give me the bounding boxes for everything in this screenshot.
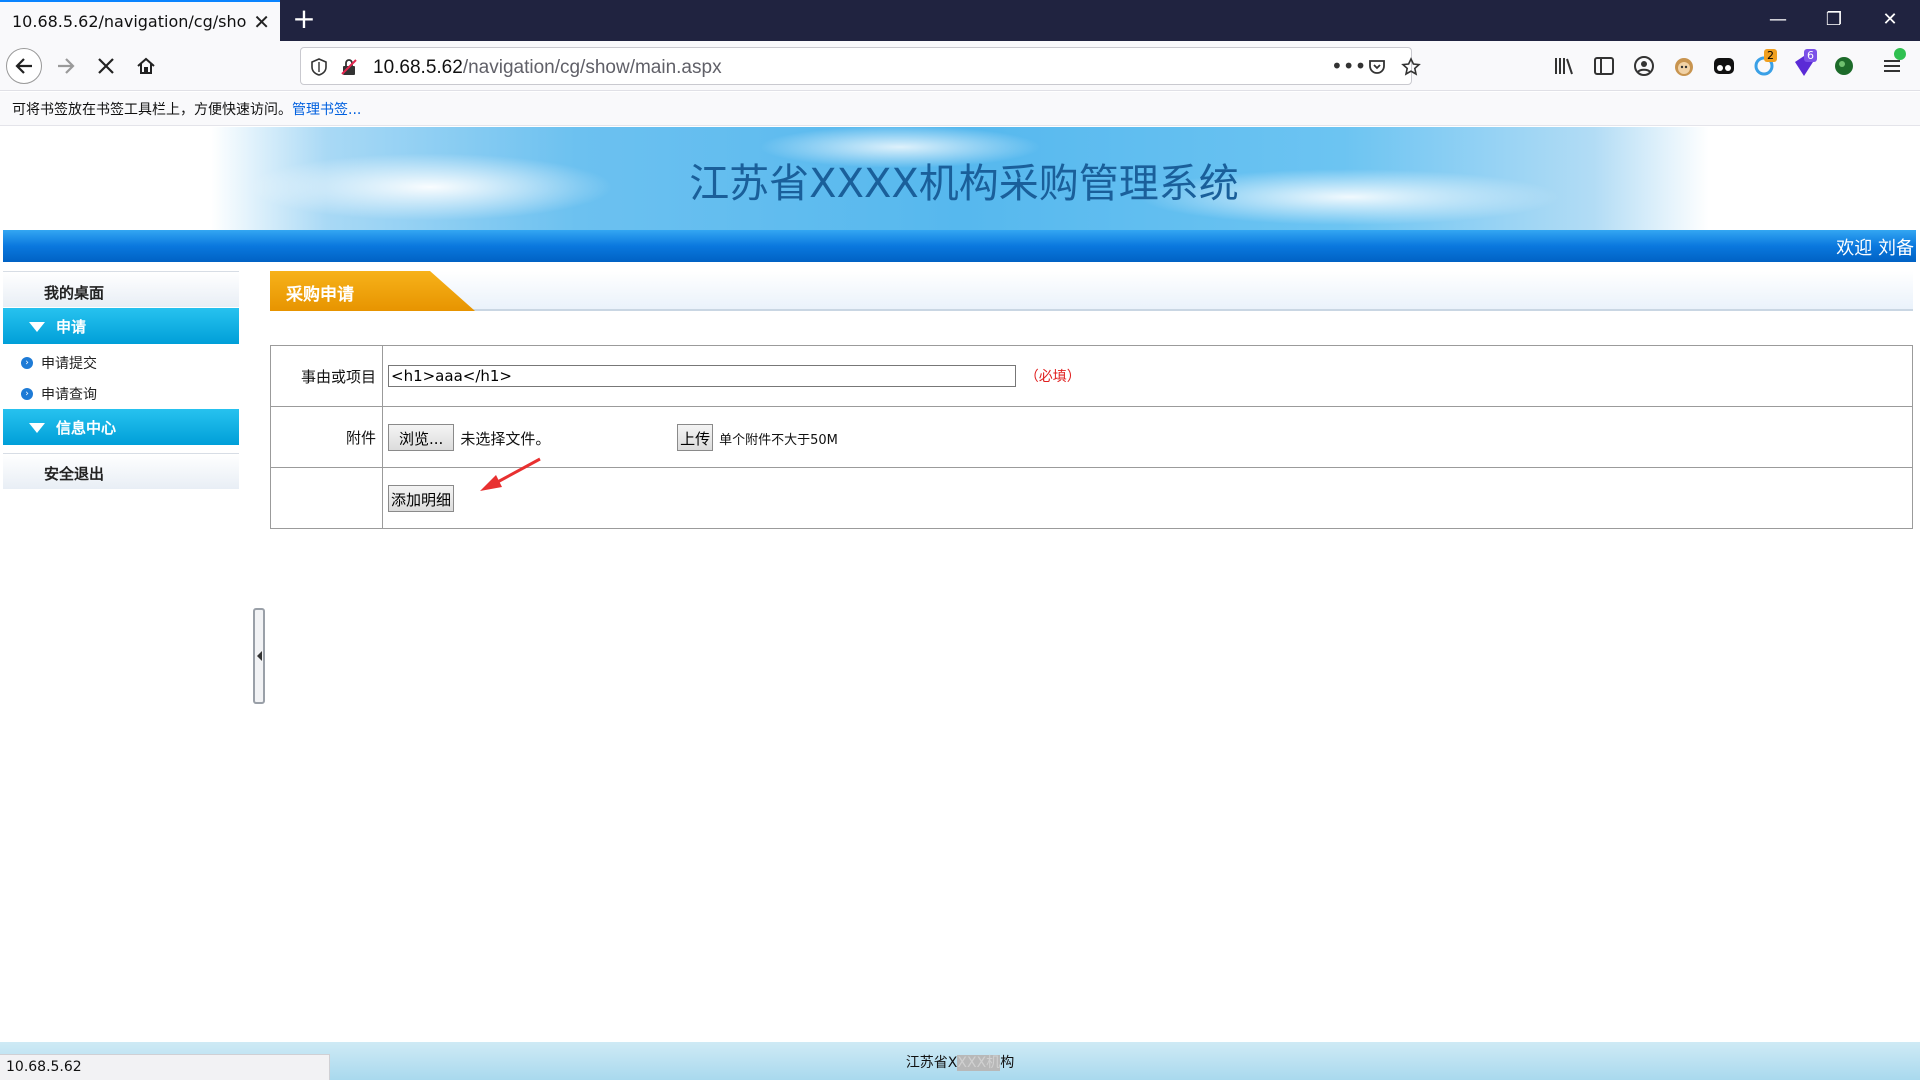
reason-label: 事由或项目: [270, 345, 383, 407]
page-actions-icon[interactable]: •••: [1331, 54, 1366, 78]
browse-button[interactable]: 浏览...: [388, 423, 455, 451]
top-nav-bar: 欢迎 刘备: [3, 230, 1916, 262]
sidebar-toggle-icon[interactable]: [1592, 54, 1616, 78]
extension-a[interactable]: 2: [1752, 49, 1780, 80]
extension-b[interactable]: 6: [1792, 49, 1820, 80]
tampermonkey-icon[interactable]: [1712, 54, 1736, 78]
actions-cell: 添加明细: [382, 467, 1913, 529]
sidebar-group-apply[interactable]: 申请: [3, 308, 239, 344]
stop-icon: [98, 58, 114, 74]
attachment-label: 附件: [270, 406, 383, 468]
add-detail-button[interactable]: 添加明细: [388, 484, 455, 512]
upload-button[interactable]: 上传: [677, 423, 714, 451]
sidebar-group-info-center[interactable]: 信息中心: [3, 409, 239, 445]
stop-button[interactable]: [88, 48, 124, 84]
annotation-arrow-icon: [480, 457, 541, 491]
restore-icon[interactable]: ❐: [1806, 0, 1862, 41]
forward-button[interactable]: [48, 48, 84, 84]
back-button[interactable]: [6, 48, 42, 84]
browser-tab-strip: 10.68.5.62/navigation/cg/show/main.aspx …: [0, 0, 1920, 41]
minimize-icon[interactable]: —: [1750, 0, 1806, 41]
system-title: 江苏省XXXX机构采购管理系统: [689, 161, 1239, 207]
welcome-user: 欢迎 刘备: [1836, 238, 1914, 259]
close-tab-icon[interactable]: ✕: [253, 10, 270, 34]
bookmark-star-icon[interactable]: [1401, 57, 1421, 77]
menu-button[interactable]: [1880, 48, 1908, 82]
library-icon[interactable]: [1552, 54, 1576, 78]
url-text[interactable]: 10.68.5.62/navigation/cg/show/main.aspx: [373, 57, 722, 79]
expand-down-icon: [29, 322, 45, 332]
home-icon: [137, 57, 155, 74]
bookmark-hint: 可将书签放在书签工具栏上，方便快速访问。: [12, 102, 292, 118]
manage-bookmarks-link[interactable]: 管理书签...: [292, 102, 361, 118]
green-extension-icon[interactable]: [1832, 54, 1856, 78]
shield-icon[interactable]: [309, 57, 329, 77]
badge-count: 6: [1804, 49, 1817, 62]
reason-cell: （必填）: [382, 345, 1913, 407]
web-page: 江苏省XXXX机构采购管理系统 欢迎 刘备 我的桌面 申请 › 申请提交 › 申…: [0, 127, 1920, 1080]
forward-arrow-icon: [58, 58, 75, 74]
sidebar-item-apply-query[interactable]: › 申请查询: [3, 377, 239, 408]
reason-input[interactable]: [388, 365, 1016, 387]
update-dot-icon: [1894, 48, 1906, 60]
sidebar-item-logout[interactable]: 安全退出: [3, 453, 239, 489]
sidebar-item-apply-submit[interactable]: › 申请提交: [3, 346, 239, 377]
size-hint: 单个附件不大于50M: [719, 432, 838, 448]
account-icon[interactable]: [1632, 54, 1656, 78]
form-row-reason: 事由或项目 （必填）: [270, 345, 1913, 407]
new-tab-icon[interactable]: +: [288, 4, 320, 36]
file-status: 未选择文件。: [460, 429, 551, 448]
sidebar-collapse-handle[interactable]: [253, 608, 265, 704]
collapse-left-icon: [257, 651, 262, 661]
bookmarks-toolbar: 可将书签放在书签工具栏上，方便快速访问。管理书签...: [0, 92, 1920, 126]
sidebar-item-label: 申请提交: [41, 356, 97, 372]
attachment-cell: 浏览... 未选择文件。 上传 单个附件不大于50M: [382, 406, 1913, 468]
back-arrow-icon: [15, 58, 32, 74]
arrow-circle-icon: ›: [21, 388, 33, 400]
page-title: 采购申请: [286, 285, 354, 305]
browser-status-url: 10.68.5.62: [0, 1054, 330, 1080]
footer-text: 江苏省XXXX机构: [905, 1055, 1015, 1071]
content-header: 采购申请: [270, 271, 1913, 311]
empty-label: [270, 467, 383, 529]
home-button[interactable]: [128, 48, 164, 84]
sidebar-item-desktop[interactable]: 我的桌面: [3, 271, 239, 307]
sidebar-item-label: 申请查询: [41, 387, 97, 403]
badge-count: 2: [1764, 49, 1777, 62]
address-bar[interactable]: 10.68.5.62/navigation/cg/show/main.aspx …: [300, 47, 1421, 85]
arrow-circle-icon: ›: [21, 357, 33, 369]
sidebar-group-label: 信息中心: [56, 419, 117, 437]
sidebar-group-label: 申请: [56, 318, 87, 336]
sidebar-menu: 我的桌面 申请 › 申请提交 › 申请查询 信息中心 安全退出: [3, 271, 239, 489]
navigation-toolbar: 10.68.5.62/navigation/cg/show/main.aspx …: [0, 41, 1920, 91]
monkey-extension-icon[interactable]: [1672, 54, 1696, 78]
browser-tab[interactable]: 10.68.5.62/navigation/cg/show/main.aspx …: [0, 0, 280, 41]
close-window-icon[interactable]: ✕: [1862, 0, 1918, 41]
expand-down-icon: [29, 423, 45, 433]
insecure-lock-icon[interactable]: [339, 57, 359, 77]
purchase-request-form: 事由或项目 （必填） 附件 浏览... 未选择文件。 上传单个附件不大于50M 添…: [270, 345, 1913, 529]
pocket-icon[interactable]: [1367, 57, 1387, 77]
tab-title: 10.68.5.62/navigation/cg/show/main.aspx: [12, 12, 247, 31]
header-banner: 江苏省XXXX机构采购管理系统: [0, 127, 1920, 230]
required-mark: （必填）: [1024, 369, 1081, 385]
